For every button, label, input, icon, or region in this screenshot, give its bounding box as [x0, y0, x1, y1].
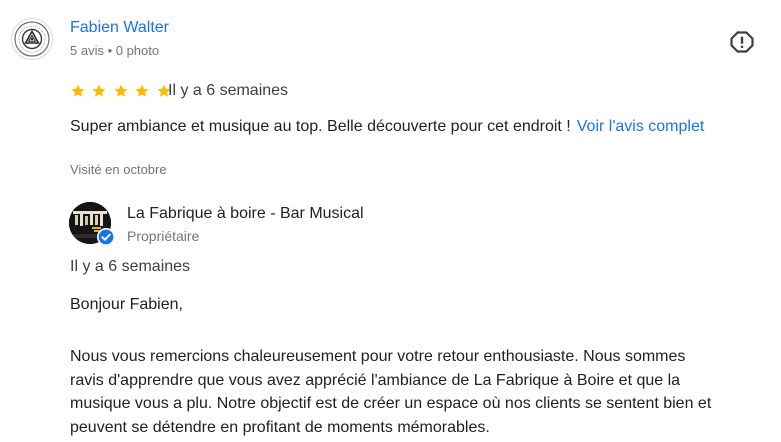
reply-greeting: Bonjour Fabien,	[70, 296, 183, 313]
reviewer-avatar[interactable]	[11, 18, 53, 60]
review-text-body: Super ambiance et musique au top. Belle …	[70, 118, 571, 135]
read-full-review-link[interactable]: Voir l'avis complet	[577, 118, 705, 135]
reply-date: Il y a 6 semaines	[70, 258, 191, 275]
reply-line: musique vous a plu. Notre objectif est d…	[70, 395, 712, 412]
report-icon	[730, 31, 754, 53]
reply-line: ravis d'apprendre que vous avez apprécié…	[70, 371, 681, 389]
review-text: Super ambiance et musique au top. Belle …	[70, 118, 704, 136]
review-date: Il y a 6 semaines	[168, 82, 289, 99]
star-icon	[92, 84, 106, 97]
star-icon	[114, 84, 128, 97]
verified-check-icon	[97, 228, 115, 246]
reply-line: peuvent se détendre en profitant de mome…	[70, 418, 490, 436]
reviewer-name[interactable]: Fabien Walter	[70, 19, 169, 37]
reply-body: Nous vous remercions chaleureusement pou…	[70, 345, 774, 439]
reviewer-meta: 5 avis • 0 photo	[70, 43, 160, 58]
star-icon	[135, 84, 149, 97]
emblem-avatar-icon	[14, 21, 50, 57]
review-card: Fabien Walter 5 avis • 0 photo Il y a 6 …	[0, 0, 781, 442]
owner-name: La Fabrique à boire - Bar Musical	[127, 205, 364, 222]
report-review-button[interactable]	[728, 28, 756, 56]
star-rating	[70, 82, 172, 100]
owner-role-label: Propriétaire	[127, 228, 200, 244]
owner-avatar[interactable]	[69, 202, 115, 246]
reply-line: Nous vous remercions chaleureusement pou…	[70, 348, 686, 365]
visited-date: Visité en octobre	[70, 162, 167, 177]
star-icon	[71, 84, 85, 97]
